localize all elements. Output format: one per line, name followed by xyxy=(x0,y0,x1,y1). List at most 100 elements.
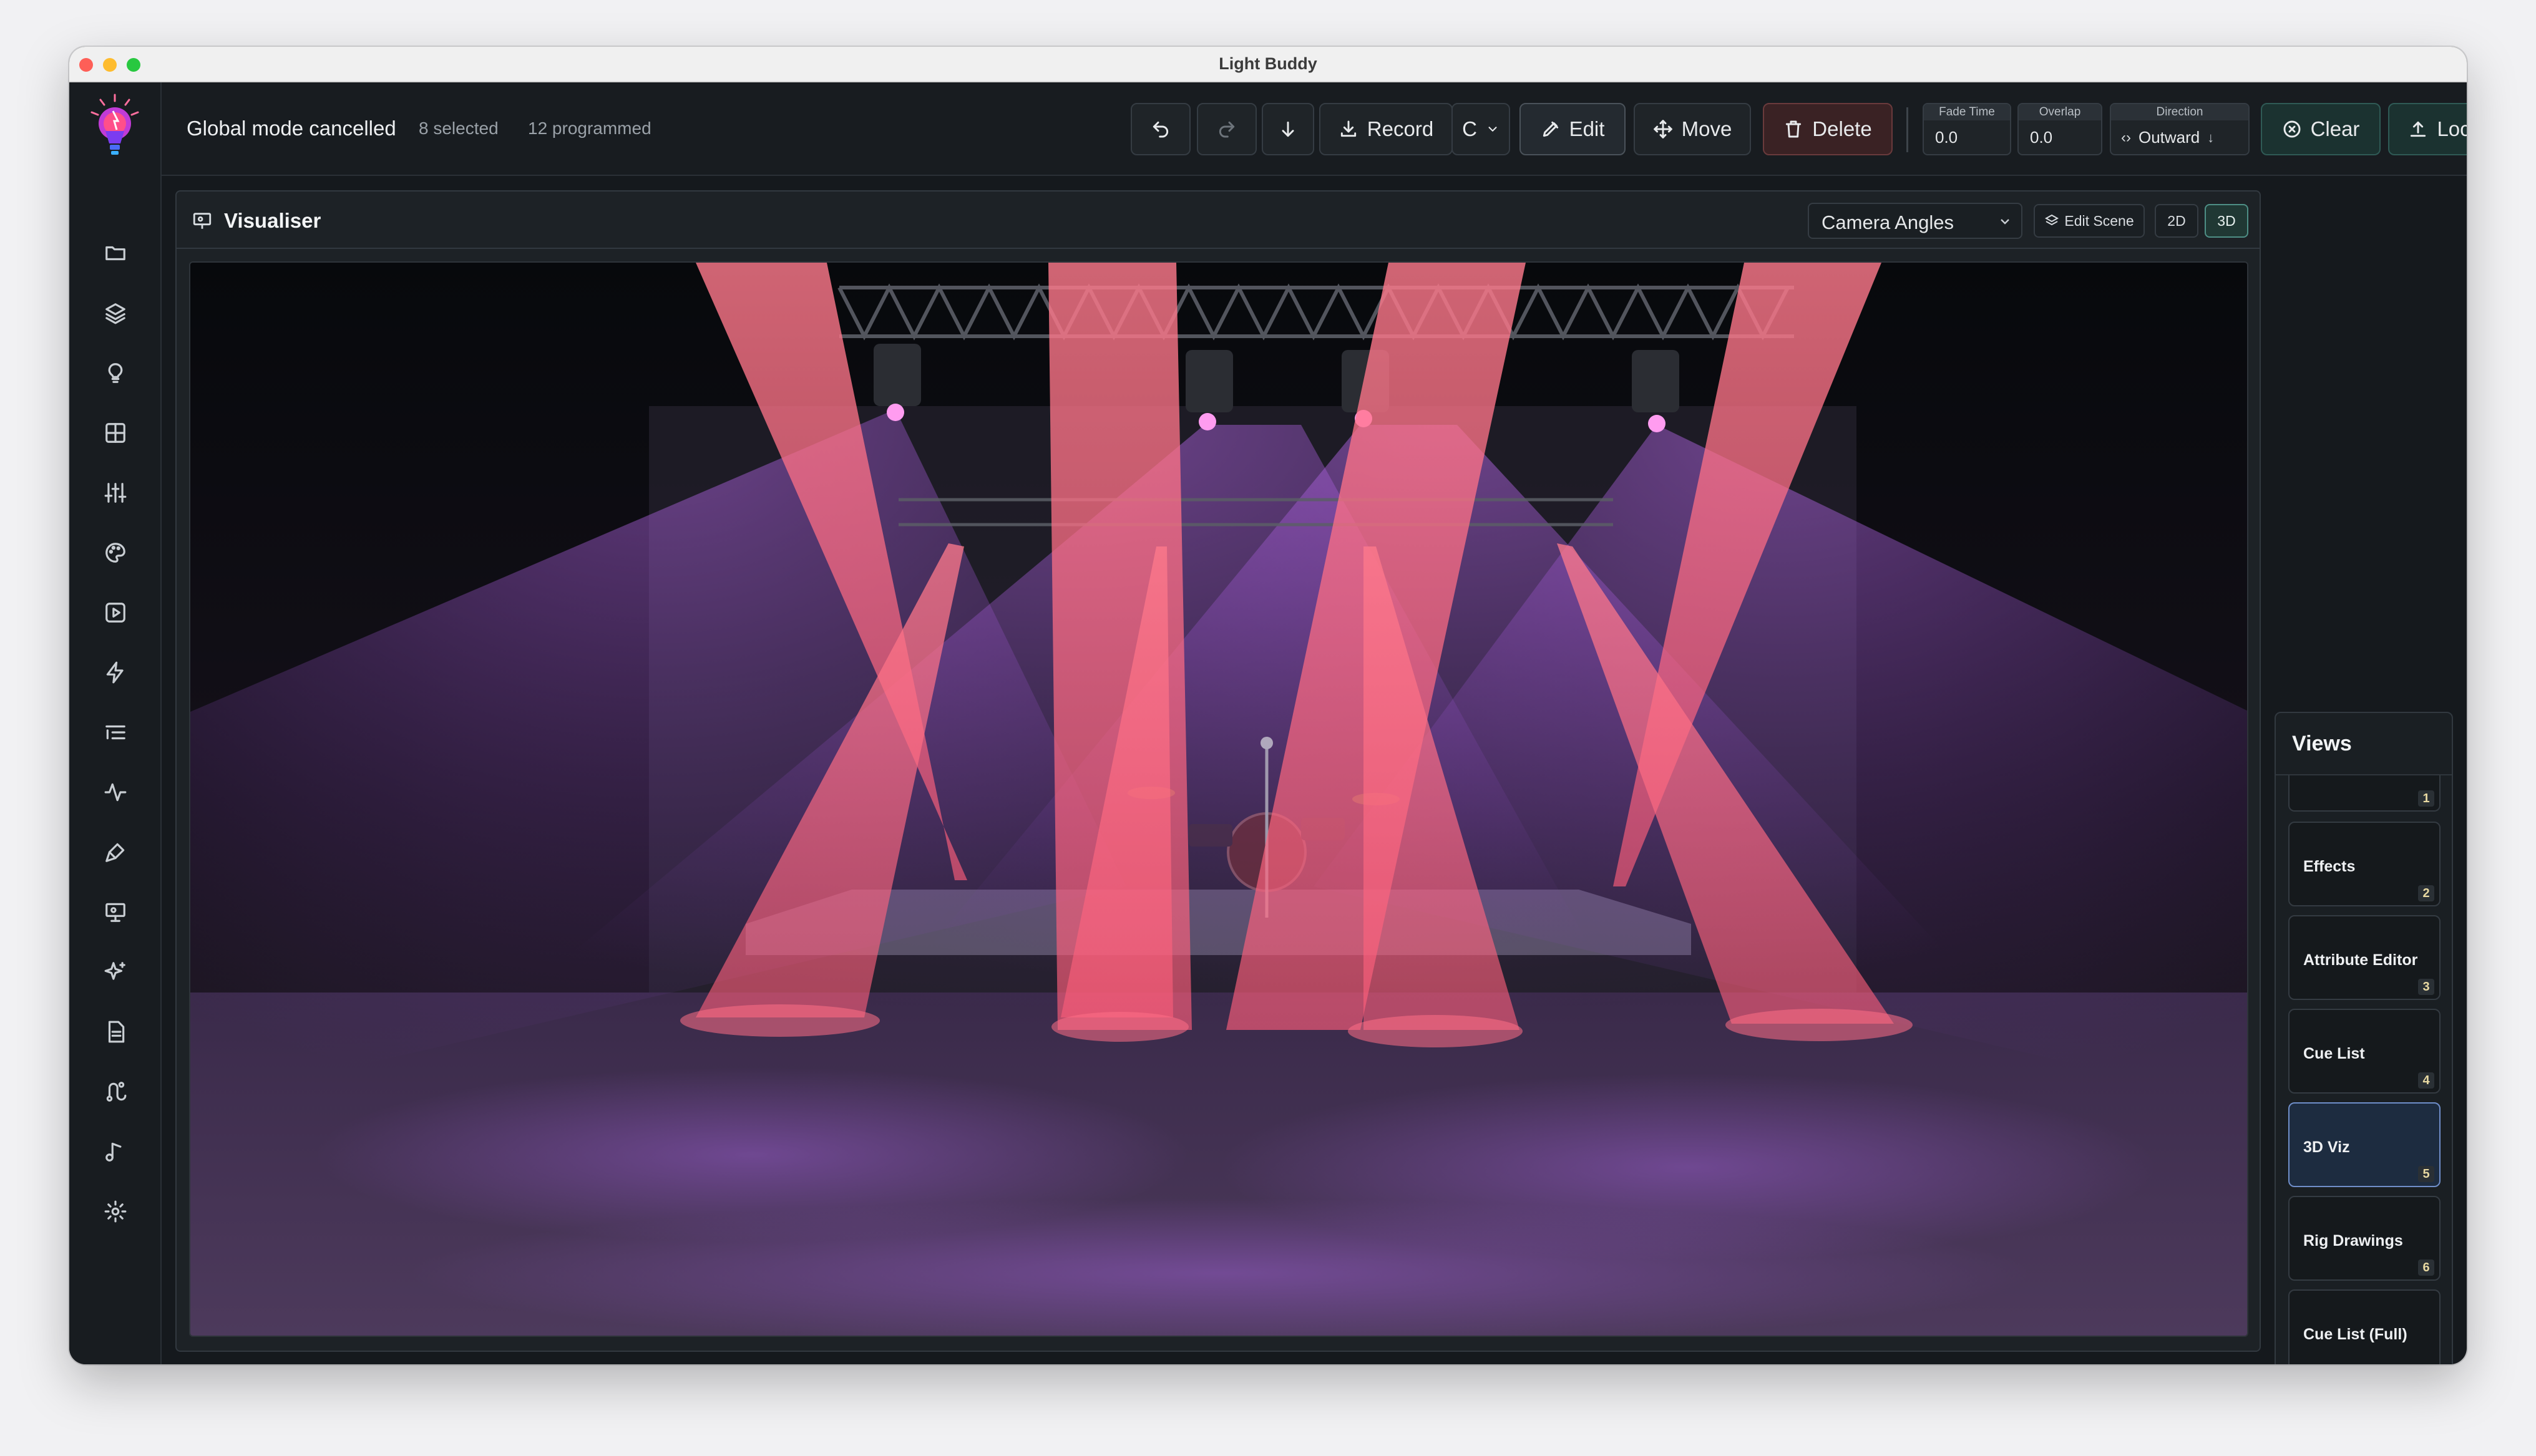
programmed-count: 12 programmed xyxy=(528,119,651,138)
view-label: Attribute Editor xyxy=(2303,951,2418,969)
visualiser-title: Visualiser xyxy=(224,209,321,232)
arrow-down-icon: ↓ xyxy=(2207,129,2215,145)
move-arrows-icon xyxy=(1653,120,1672,138)
clear-circle-icon xyxy=(2283,120,2301,138)
overlap-label: Overlap xyxy=(2019,104,2101,120)
redo-icon xyxy=(1219,121,1235,138)
record-label: Record xyxy=(1367,117,1434,140)
views-title: Views xyxy=(2292,732,2352,755)
overlap-field[interactable]: Overlap 0.0 xyxy=(2017,103,2102,155)
view-label: Cue List (Full) xyxy=(2303,1326,2407,1343)
code-brackets-icon: ‹› xyxy=(2121,129,2131,146)
sliders-icon[interactable] xyxy=(100,478,130,508)
locate-button[interactable]: Locate xyxy=(2388,103,2467,155)
sparkles-icon[interactable] xyxy=(100,957,130,987)
edit-button[interactable]: Edit xyxy=(1519,103,1626,155)
view-number-badge: 4 xyxy=(2418,1072,2434,1089)
move-button[interactable]: Move xyxy=(1634,103,1751,155)
sidebar xyxy=(69,82,162,1364)
selected-count: 8 selected xyxy=(419,119,499,138)
view-label: Effects xyxy=(2303,858,2356,875)
clear-label: Clear xyxy=(2310,117,2360,140)
fade-time-value: 0.0 xyxy=(1935,128,1958,147)
status-message: Global mode cancelled xyxy=(187,117,396,140)
visualiser-header: Visualiser Camera Angles Edit Scene 2D 3… xyxy=(177,192,2260,249)
view-card-cue-list[interactable]: Cue List 4 xyxy=(2288,1009,2441,1094)
camera-angles-value: Camera Angles xyxy=(1822,211,1954,233)
views-panel: Views 1 Effects 2 Attribute Editor 3 Cue… xyxy=(2275,712,2453,1364)
view-label: 3D Viz xyxy=(2303,1138,2350,1156)
record-icon xyxy=(1340,120,1356,137)
direction-value: Outward xyxy=(2138,128,2200,147)
list-indent-icon[interactable] xyxy=(100,717,130,747)
mode-2d-button[interactable]: 2D xyxy=(2155,204,2198,238)
mode-3d-label: 3D xyxy=(2217,212,2236,229)
view-card-rig-drawings[interactable]: Rig Drawings 6 xyxy=(2288,1196,2441,1281)
view-number-badge: 3 xyxy=(2418,979,2434,995)
mode-2d-label: 2D xyxy=(2167,212,2186,229)
view-card-attribute-editor[interactable]: Attribute Editor 3 xyxy=(2288,915,2441,1000)
redo-button[interactable] xyxy=(1197,103,1257,155)
trash-icon xyxy=(1786,120,1802,138)
app-window: Light Buddy Global mode cancelled 8 sele… xyxy=(69,47,2467,1364)
camera-angles-select[interactable]: Camera Angles xyxy=(1808,203,2022,239)
chevron-down-icon xyxy=(1488,127,1497,132)
overlap-value: 0.0 xyxy=(2030,128,2053,147)
document-icon[interactable] xyxy=(100,1017,130,1047)
record-button[interactable]: Record xyxy=(1319,103,1453,155)
view-card-1[interactable]: 1 xyxy=(2288,775,2441,812)
view-card-3d-viz[interactable]: 3D Viz 5 xyxy=(2288,1102,2441,1187)
3d-stage-viewport[interactable] xyxy=(189,261,2248,1337)
toolbar-divider xyxy=(1906,107,1908,152)
view-number-badge: 5 xyxy=(2418,1166,2434,1182)
view-card-effects[interactable]: Effects 2 xyxy=(2288,822,2441,906)
undo-icon xyxy=(1153,121,1169,138)
download-button[interactable] xyxy=(1262,103,1314,155)
title-bar: Light Buddy xyxy=(69,47,2467,82)
view-number-badge: 1 xyxy=(2418,790,2434,807)
visualiser-panel: Visualiser Camera Angles Edit Scene 2D 3… xyxy=(175,190,2261,1352)
activity-icon[interactable] xyxy=(100,777,130,807)
layers-icon xyxy=(2045,214,2059,226)
edit-scene-label: Edit Scene xyxy=(2064,212,2134,229)
edit-tools-icon xyxy=(1543,121,1558,137)
view-number-badge: 2 xyxy=(2418,885,2434,901)
music-note-icon[interactable] xyxy=(100,1137,130,1167)
lightning-icon[interactable] xyxy=(100,658,130,687)
clear-button[interactable]: Clear xyxy=(2261,103,2381,155)
cue-label: C xyxy=(1462,117,1477,140)
window-title: Light Buddy xyxy=(1219,54,1317,73)
view-label: Rig Drawings xyxy=(2303,1232,2403,1250)
chevron-down-icon xyxy=(2001,219,2009,225)
direction-field[interactable]: Direction ‹› Outward ↓ xyxy=(2110,103,2250,155)
settings-gear-icon[interactable] xyxy=(100,1196,130,1226)
arrow-down-icon xyxy=(1282,121,1294,137)
presentation-icon[interactable] xyxy=(100,897,130,927)
play-square-icon[interactable] xyxy=(100,598,130,628)
locate-label: Locate xyxy=(2437,117,2467,140)
locate-icon xyxy=(2411,121,2426,137)
grid-icon[interactable] xyxy=(100,418,130,448)
fade-time-label: Fade Time xyxy=(1924,104,2010,120)
folder-icon[interactable] xyxy=(100,238,130,268)
presentation-icon xyxy=(192,210,213,231)
delete-label: Delete xyxy=(1812,117,1872,140)
cue-dropdown-button[interactable]: C xyxy=(1451,103,1510,155)
top-toolbar: Global mode cancelled 8 selected 12 prog… xyxy=(162,82,2467,176)
palette-icon[interactable] xyxy=(100,538,130,568)
delete-button[interactable]: Delete xyxy=(1763,103,1893,155)
layers-icon[interactable] xyxy=(100,298,130,328)
move-label: Move xyxy=(1681,117,1732,140)
fade-time-field[interactable]: Fade Time 0.0 xyxy=(1923,103,2011,155)
brush-icon[interactable] xyxy=(100,837,130,867)
routing-icon[interactable] xyxy=(100,1077,130,1107)
app-logo xyxy=(87,92,143,161)
edit-scene-button[interactable]: Edit Scene xyxy=(2034,204,2145,238)
view-number-badge: 6 xyxy=(2418,1259,2434,1276)
stage-render xyxy=(190,263,2247,1336)
view-label: Cue List xyxy=(2303,1045,2365,1062)
undo-button[interactable] xyxy=(1131,103,1191,155)
mode-3d-button[interactable]: 3D xyxy=(2205,204,2248,238)
lightbulb-icon[interactable] xyxy=(100,358,130,388)
view-card-cue-list-full[interactable]: Cue List (Full) xyxy=(2288,1289,2441,1364)
